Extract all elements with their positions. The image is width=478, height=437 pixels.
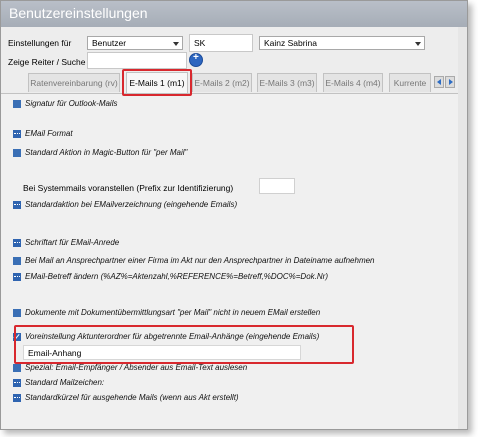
tab-emails-4[interactable]: E-Mails 4 (m4) xyxy=(323,73,383,92)
tab-ratenvereinbarung[interactable]: Ratenvereinbarung (rv) xyxy=(28,73,120,92)
settings-for-label: Einstellungen für xyxy=(8,38,72,48)
option-label: EMail-Betreff ändern (%AZ%=Aktenzahl,%RE… xyxy=(25,272,328,281)
ellipsis-icon xyxy=(13,379,21,387)
ellipsis-icon xyxy=(13,130,21,138)
highlight-voreinstellung xyxy=(14,325,354,364)
ellipsis-icon xyxy=(13,239,21,247)
user-name-select[interactable]: Kainz Sabrina xyxy=(259,36,425,50)
tab-kurrente[interactable]: Kurrente xyxy=(389,73,431,92)
search-label: Zeige Reiter / Suche xyxy=(8,57,86,67)
square-icon xyxy=(13,149,21,157)
search-button[interactable] xyxy=(189,52,203,67)
chevron-down-icon xyxy=(415,42,421,46)
settings-type-select[interactable]: Benutzer xyxy=(87,36,183,50)
square-icon xyxy=(13,257,21,265)
option-label: Signatur für Outlook-Mails xyxy=(25,99,118,108)
square-icon xyxy=(13,364,21,372)
option-label: Spezial: Email-Empfänger / Absender aus … xyxy=(25,363,248,372)
tab-scroll-left-icon[interactable] xyxy=(434,76,444,88)
option-label: Standard Aktion in Magic-Button für "per… xyxy=(25,148,188,157)
user-name-value: Kainz Sabrina xyxy=(264,38,317,48)
ellipsis-icon xyxy=(13,201,21,209)
tab-emails-3[interactable]: E-Mails 3 (m3) xyxy=(257,73,317,92)
option-label: Schriftart für EMail-Anrede xyxy=(25,238,120,247)
ellipsis-icon xyxy=(13,394,21,402)
option-label: Standardkürzel für ausgehende Mails (wen… xyxy=(25,393,239,402)
tab-emails-2[interactable]: E-Mails 2 (m2) xyxy=(192,73,252,92)
option-label: Standardaktion bei EMailverzeichnung (ei… xyxy=(25,200,238,209)
settings-window: Benutzereinstellungen Einstellungen für … xyxy=(0,0,468,430)
user-code-input[interactable]: SK xyxy=(189,34,253,52)
systemmails-prefix-input[interactable] xyxy=(259,178,295,194)
option-label: EMail Format xyxy=(25,129,73,138)
title-bar: Benutzereinstellungen xyxy=(1,1,467,27)
search-input[interactable] xyxy=(87,52,187,69)
option-label: Standard Mailzeichen: xyxy=(25,378,105,387)
window-title: Benutzereinstellungen xyxy=(9,5,148,21)
ellipsis-icon xyxy=(13,273,21,281)
settings-type-value: Benutzer xyxy=(92,38,127,48)
option-label: Bei Mail an Ansprechpartner einer Firma … xyxy=(25,256,375,265)
chevron-down-icon xyxy=(173,42,179,46)
user-code-value: SK xyxy=(194,38,206,48)
square-icon xyxy=(13,100,21,108)
highlight-emails-tab xyxy=(122,69,192,96)
tab-bar: Ratenvereinbarung (rv) E-Mails 1 (m1) E-… xyxy=(1,72,467,93)
square-icon xyxy=(13,309,21,317)
tab-scroll-right-icon[interactable] xyxy=(445,76,455,88)
systemmails-label: Bei Systemmails voranstellen (Prefix zur… xyxy=(23,183,234,193)
vertical-scrollbar[interactable] xyxy=(458,27,467,429)
option-label: Dokumente mit Dokumentübermittlungsart "… xyxy=(25,308,321,317)
